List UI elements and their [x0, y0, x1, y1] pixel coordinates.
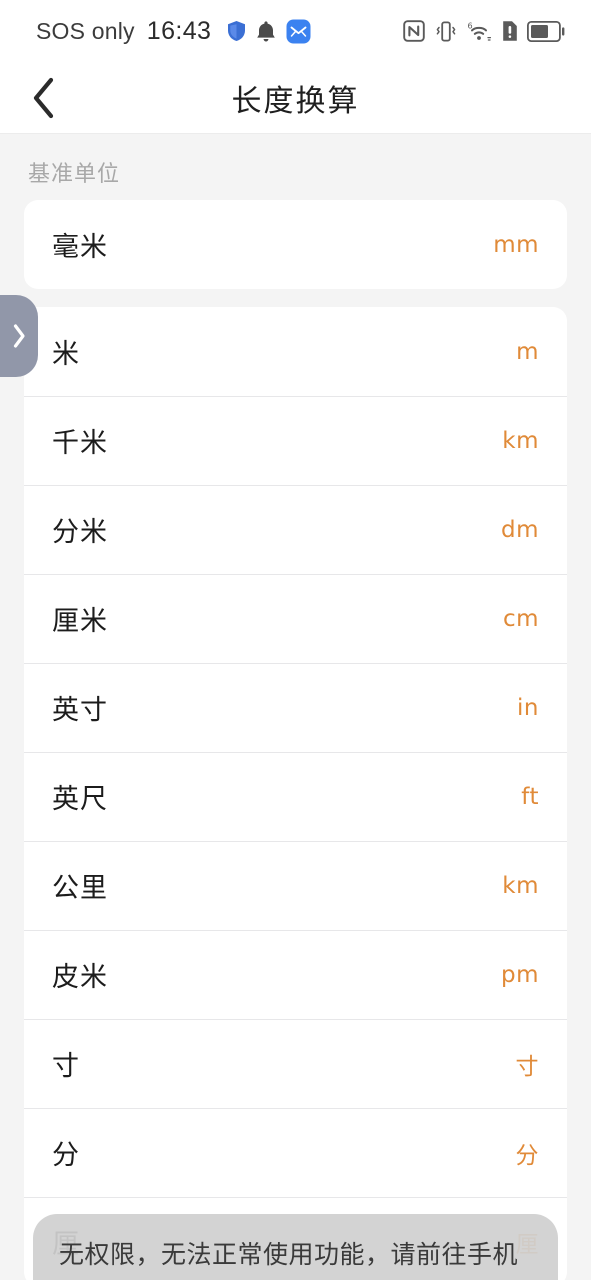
nfc-icon [403, 20, 425, 42]
base-unit-row[interactable]: 毫米 mm [24, 200, 567, 289]
shield-icon [227, 20, 246, 42]
base-unit-card: 毫米 mm [24, 200, 567, 289]
unit-symbol: dm [500, 516, 539, 543]
carrier-label: SOS only [36, 17, 135, 44]
unit-symbol: 分 [515, 1142, 539, 1169]
unit-row-6[interactable]: 公里 km [24, 841, 567, 930]
unit-row-0[interactable]: 米 m [24, 307, 567, 396]
unit-name: 厘米 [52, 606, 108, 637]
unit-name: 英寸 [52, 695, 108, 726]
base-unit-symbol: mm [493, 231, 539, 258]
vibrate-icon [434, 20, 458, 43]
status-bar-left: SOS only 16:43 [36, 17, 311, 46]
back-button[interactable] [18, 72, 70, 124]
phone-screen: SOS only 16:43 6 长度换算 基准单位 毫米 mm 米 m 千米 … [0, 0, 591, 1280]
unit-symbol: m [516, 338, 539, 365]
unit-symbol: 寸 [515, 1053, 539, 1080]
unit-row-5[interactable]: 英尺 ft [24, 752, 567, 841]
app-bar: 长度换算 [0, 62, 591, 134]
content-area: 基准单位 毫米 mm 米 m 千米 km 分米 dm 厘米 cm 英寸 in 英… [0, 134, 591, 1280]
permission-toast: 无权限，无法正常使用功能，请前往手机设置开启位置权限 [33, 1214, 558, 1280]
unit-row-8[interactable]: 寸 寸 [24, 1019, 567, 1108]
unit-name: 米 [52, 339, 80, 370]
unit-symbol: cm [502, 605, 539, 632]
unit-name: 分 [52, 1140, 80, 1171]
unit-row-7[interactable]: 皮米 pm [24, 930, 567, 1019]
unit-symbol: ft [521, 783, 539, 810]
unit-symbol: pm [500, 961, 539, 988]
unit-name: 公里 [52, 873, 108, 904]
status-bar: SOS only 16:43 6 [0, 0, 591, 62]
edge-drawer-handle[interactable] [0, 295, 38, 377]
page-title: 长度换算 [231, 83, 360, 119]
chevron-right-icon [13, 324, 25, 348]
unit-name: 分米 [52, 517, 108, 548]
unit-symbol: km [502, 427, 539, 454]
section-label-base-unit: 基准单位 [28, 162, 121, 187]
unit-name: 千米 [52, 428, 108, 459]
base-unit-name: 毫米 [52, 232, 108, 263]
unit-symbol: in [517, 694, 539, 721]
chevron-left-icon [33, 77, 54, 118]
wifi6-icon: 6 [467, 20, 493, 43]
toast-message: 无权限，无法正常使用功能，请前往手机设置开启位置权限 [59, 1240, 519, 1269]
unit-name: 寸 [52, 1051, 80, 1082]
unit-row-2[interactable]: 分米 dm [24, 485, 567, 574]
unit-name: 皮米 [52, 962, 108, 993]
status-bar-right: 6 [403, 20, 565, 43]
unit-symbol: km [502, 872, 539, 899]
unit-row-9[interactable]: 分 分 [24, 1108, 567, 1197]
battery-icon [527, 20, 565, 42]
unit-list-card: 米 m 千米 km 分米 dm 厘米 cm 英寸 in 英尺 ft 公里 km … [24, 307, 567, 1280]
unit-row-4[interactable]: 英寸 in [24, 663, 567, 752]
sim-alert-icon [502, 20, 518, 42]
bell-icon [256, 20, 276, 43]
mail-icon [286, 19, 311, 44]
unit-row-1[interactable]: 千米 km [24, 396, 567, 485]
svg-text:6: 6 [468, 21, 473, 30]
clock-label: 16:43 [146, 16, 212, 45]
unit-name: 英尺 [52, 784, 108, 815]
unit-row-3[interactable]: 厘米 cm [24, 574, 567, 663]
